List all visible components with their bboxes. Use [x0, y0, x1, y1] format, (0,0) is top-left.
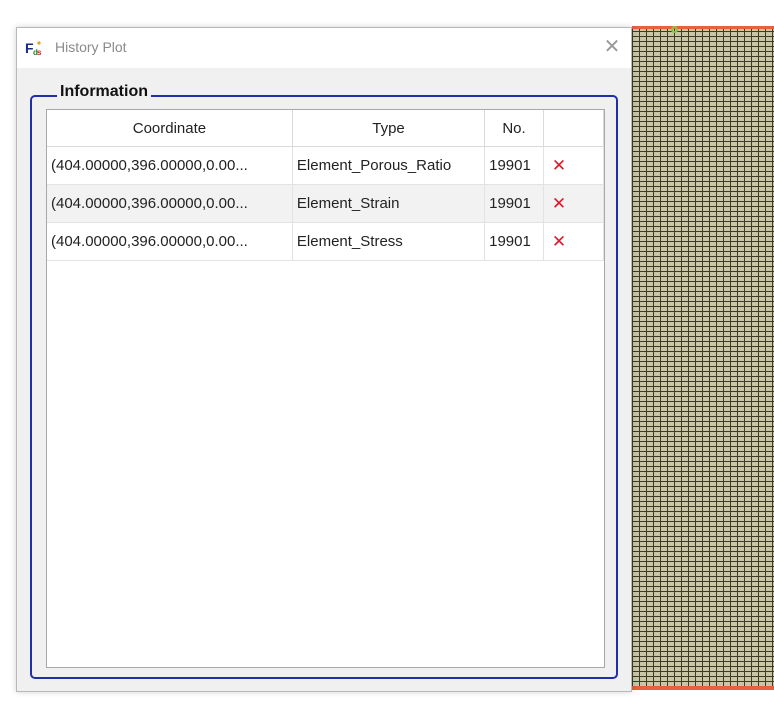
- history-table[interactable]: Coordinate Type No. (404.00000,396.00000…: [46, 109, 605, 668]
- column-header-coordinate[interactable]: Coordinate: [47, 110, 293, 147]
- app-logo-icon: F d s: [25, 40, 42, 57]
- cell-coordinate: (404.00000,396.00000,0.00...: [47, 146, 293, 185]
- cell-type: Element_Strain: [292, 184, 486, 223]
- history-plot-dialog: F d s History Plot ✕ Information Coordin…: [16, 27, 632, 692]
- dialog-title: History Plot: [55, 39, 127, 55]
- selected-node-marker: [671, 26, 678, 33]
- column-header-type[interactable]: Type: [292, 110, 486, 147]
- mesh-boundary-top: [632, 26, 774, 29]
- cell-type: Element_Stress: [292, 222, 486, 261]
- cell-no: 19901: [484, 222, 544, 261]
- information-group-title: Information: [57, 83, 151, 101]
- cell-delete: ✕: [543, 146, 605, 185]
- delete-icon[interactable]: ✕: [552, 156, 566, 175]
- cell-delete: ✕: [543, 184, 605, 223]
- table-header-row: Coordinate Type No.: [47, 110, 605, 147]
- cell-coordinate: (404.00000,396.00000,0.00...: [47, 222, 293, 261]
- cell-no: 19901: [484, 184, 544, 223]
- dialog-titlebar[interactable]: F d s History Plot ✕: [17, 28, 631, 68]
- column-header-delete: [543, 110, 605, 147]
- mesh-boundary-bottom: [632, 686, 774, 690]
- delete-icon[interactable]: ✕: [552, 194, 566, 213]
- table-row[interactable]: (404.00000,396.00000,0.00... Element_Str…: [47, 222, 605, 261]
- delete-icon[interactable]: ✕: [552, 232, 566, 251]
- cell-no: 19901: [484, 146, 544, 185]
- cell-delete: ✕: [543, 222, 605, 261]
- cell-type: Element_Porous_Ratio: [292, 146, 486, 185]
- column-header-no[interactable]: No.: [484, 110, 544, 147]
- svg-text:s: s: [37, 48, 42, 57]
- close-button[interactable]: ✕: [599, 34, 625, 60]
- table-row[interactable]: (404.00000,396.00000,0.00... Element_Str…: [47, 184, 605, 223]
- cell-coordinate: (404.00000,396.00000,0.00...: [47, 184, 293, 223]
- table-row[interactable]: (404.00000,396.00000,0.00... Element_Por…: [47, 146, 605, 185]
- mesh-viewport[interactable]: [632, 26, 774, 690]
